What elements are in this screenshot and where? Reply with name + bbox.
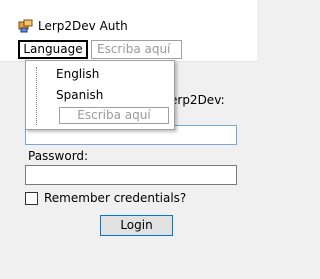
menu-language[interactable]: Language — [18, 40, 88, 59]
password-label: Password: — [28, 149, 89, 163]
dropdown-item-english[interactable]: English — [56, 67, 99, 81]
dropdown-textbox[interactable]: Escriba aquí — [59, 107, 169, 124]
dropdown-separator — [36, 67, 38, 125]
dropdown-item-spanish[interactable]: Spanish — [56, 88, 103, 102]
remember-checkbox[interactable] — [25, 192, 38, 205]
info-label: erp2Dev: — [170, 93, 225, 107]
login-button[interactable]: Login — [100, 215, 173, 236]
title-bar: Lerp2Dev Auth — [0, 0, 257, 36]
remember-label[interactable]: Remember credentials? — [44, 191, 186, 205]
password-field[interactable] — [25, 165, 237, 185]
menu-textbox[interactable]: Escriba aquí — [91, 40, 182, 59]
language-dropdown: English Spanish Escriba aquí — [25, 60, 175, 130]
app-icon — [18, 18, 34, 34]
window-title: Lerp2Dev Auth — [38, 19, 128, 33]
menu-bar: Language Escriba aquí — [0, 36, 257, 62]
